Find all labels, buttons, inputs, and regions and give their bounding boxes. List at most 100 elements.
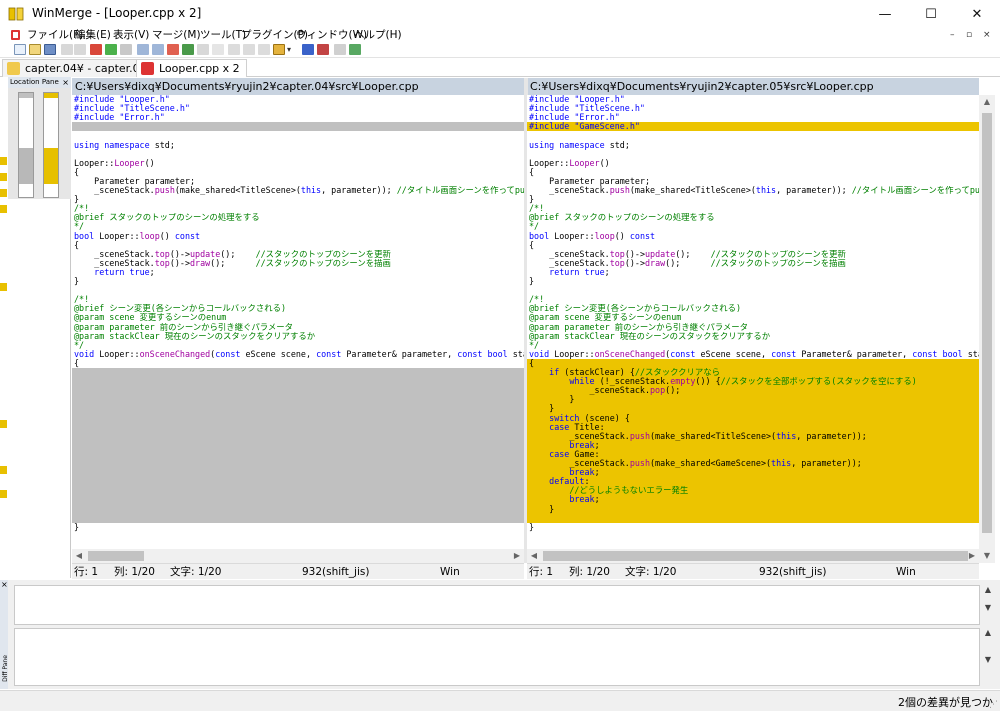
code-line: @param stackClear 現在のシーンのスタックをクリアするか [529, 331, 771, 341]
copy-left-advance-icon[interactable] [243, 44, 255, 55]
menu-view[interactable]: 表示(V) [113, 28, 149, 42]
diff-pane-right-view[interactable] [14, 628, 980, 686]
code-line: void Looper::onSceneChanged(const eScene… [74, 349, 524, 359]
pane-toggle-icon[interactable] [334, 44, 346, 55]
copy-all-left-icon[interactable] [212, 44, 224, 55]
strip-marker [0, 157, 7, 165]
code-line: _sceneStack.pop(); [529, 386, 681, 396]
resize-grip-icon[interactable]: ⋰ [989, 700, 998, 710]
left-horizontal-scrollbar[interactable]: ◀ ▶ [72, 549, 524, 563]
code-line: Parameter parameter; [529, 176, 651, 186]
diff-left-scrollbar[interactable]: ▲ ▼ [980, 585, 996, 625]
code-line: @param scene 変更するシーンのenum [529, 313, 682, 323]
copy-left-icon[interactable] [182, 44, 194, 55]
diff-block-missing[interactable] [72, 368, 524, 523]
scroll-down-arrow-icon[interactable]: ▼ [979, 549, 995, 563]
menu-tools[interactable]: ツール(T) [200, 28, 246, 42]
code-line: _sceneStack.top()->update(); //スタックのトップの… [74, 249, 391, 259]
scroll-up-arrow-icon[interactable]: ▲ [979, 95, 995, 109]
diff-pane-close-button[interactable]: × [1, 580, 8, 589]
code-line: } [529, 395, 575, 405]
location-pane-close-button[interactable]: × [62, 77, 69, 88]
minimize-button[interactable]: — [862, 0, 908, 28]
diff-count-message: 2個の差異が見つか [898, 696, 993, 709]
code-line: bool Looper::loop() const [529, 231, 656, 241]
code-line: */ [74, 222, 85, 232]
code-line: { [74, 167, 80, 177]
location-column-left[interactable] [18, 92, 34, 198]
diff-pane-left-view[interactable] [14, 585, 980, 625]
encoding-indicator[interactable]: 932(shift_jis) [302, 564, 369, 580]
location-pane-title: Location Pane [10, 78, 59, 86]
code-line: */ [74, 340, 85, 350]
menu-edit[interactable]: 編集(E) [75, 28, 111, 42]
last-diff-icon[interactable] [137, 44, 149, 55]
toolbar: ▾ [0, 42, 1000, 58]
open-icon[interactable] [29, 44, 41, 55]
code-line: case Title: [549, 422, 605, 432]
code-line: /*! [74, 295, 90, 305]
save-icon[interactable] [44, 44, 56, 55]
code-line: Looper::Looper() [529, 158, 610, 168]
menu-merge[interactable]: マージ(M) [152, 28, 201, 42]
prev-diff-icon[interactable] [105, 44, 117, 55]
location-bars[interactable] [8, 88, 71, 199]
document-icon[interactable] [10, 29, 21, 41]
plugin-icon[interactable] [349, 44, 361, 55]
tab-file-compare[interactable]: Looper.cpp x 2 [136, 59, 247, 77]
window-title: WinMerge - [Looper.cpp x 2] [32, 6, 202, 20]
encoding-indicator[interactable]: 932(shift_jis) [759, 564, 826, 580]
close-button[interactable]: ✕ [954, 0, 1000, 28]
code-line: _sceneStack.push(make_shared<TitleScene>… [529, 431, 867, 441]
redo-icon[interactable] [74, 44, 86, 55]
diff-pane-header: × Diff Pane [0, 580, 9, 689]
right-horizontal-scrollbar[interactable]: ◀ ▶ [527, 549, 979, 563]
scrollbar-thumb[interactable] [88, 551, 144, 561]
eol-indicator[interactable]: Win [440, 564, 460, 580]
right-code-view[interactable]: #include "Looper.h" #include "TitleScene.… [527, 95, 979, 549]
maximize-button[interactable]: ☐ [908, 0, 954, 28]
copy-right-icon[interactable] [167, 44, 179, 55]
code-line: { [74, 240, 80, 250]
menu-help[interactable]: ヘルプ(H) [354, 28, 402, 42]
code-line: } [529, 404, 555, 414]
scroll-left-arrow-icon[interactable]: ◀ [527, 549, 541, 563]
vertical-scrollbar[interactable]: ▲ ▼ [979, 95, 995, 563]
scrollbar-thumb[interactable] [543, 551, 968, 561]
diff-right-scrollbar[interactable]: ▲ ▼ [980, 628, 996, 686]
left-code-view[interactable]: #include "Looper.h" #include "TitleScene.… [72, 95, 524, 549]
copy-right-advance-icon[interactable] [228, 44, 240, 55]
scroll-right-arrow-icon[interactable]: ▶ [965, 549, 979, 563]
eol-indicator[interactable]: Win [896, 564, 916, 580]
current-diff-icon[interactable] [152, 44, 164, 55]
mdi-restore-button[interactable]: ▫ [966, 30, 972, 40]
code-line: case Game: [549, 449, 600, 459]
new-icon[interactable] [14, 44, 26, 55]
winmerge-app-icon[interactable] [8, 6, 24, 22]
code-line: @brief シーン変更(各シーンからコールバックされる) [529, 304, 742, 314]
code-line: _sceneStack.top()->draw(); //スタックのトップのシー… [74, 258, 391, 268]
code-line: _sceneStack.push(make_shared<TitleScene>… [529, 186, 979, 195]
code-line: bool Looper::loop() const [74, 231, 201, 241]
delete-icon[interactable] [258, 44, 270, 55]
mdi-minimize-button[interactable]: – [950, 30, 955, 40]
undo-icon[interactable] [61, 44, 73, 55]
options-icon[interactable] [273, 44, 285, 55]
scroll-left-arrow-icon[interactable]: ◀ [72, 549, 86, 563]
first-diff-icon[interactable] [120, 44, 132, 55]
compare-icon[interactable] [302, 44, 314, 55]
mdi-close-button[interactable]: × [983, 30, 991, 40]
options-dropdown-icon[interactable]: ▾ [287, 44, 295, 55]
next-diff-icon[interactable] [90, 44, 102, 55]
refresh-icon[interactable] [317, 44, 329, 55]
code-line: @param parameter 前のシーンから引き継ぐパラメータ [74, 322, 294, 332]
scrollbar-thumb[interactable] [982, 113, 992, 533]
location-pane[interactable]: Location Pane × [8, 77, 71, 578]
code-line: return true; [549, 267, 610, 277]
copy-all-right-icon[interactable] [197, 44, 209, 55]
scroll-right-arrow-icon[interactable]: ▶ [510, 549, 524, 563]
location-column-right[interactable] [43, 92, 59, 198]
